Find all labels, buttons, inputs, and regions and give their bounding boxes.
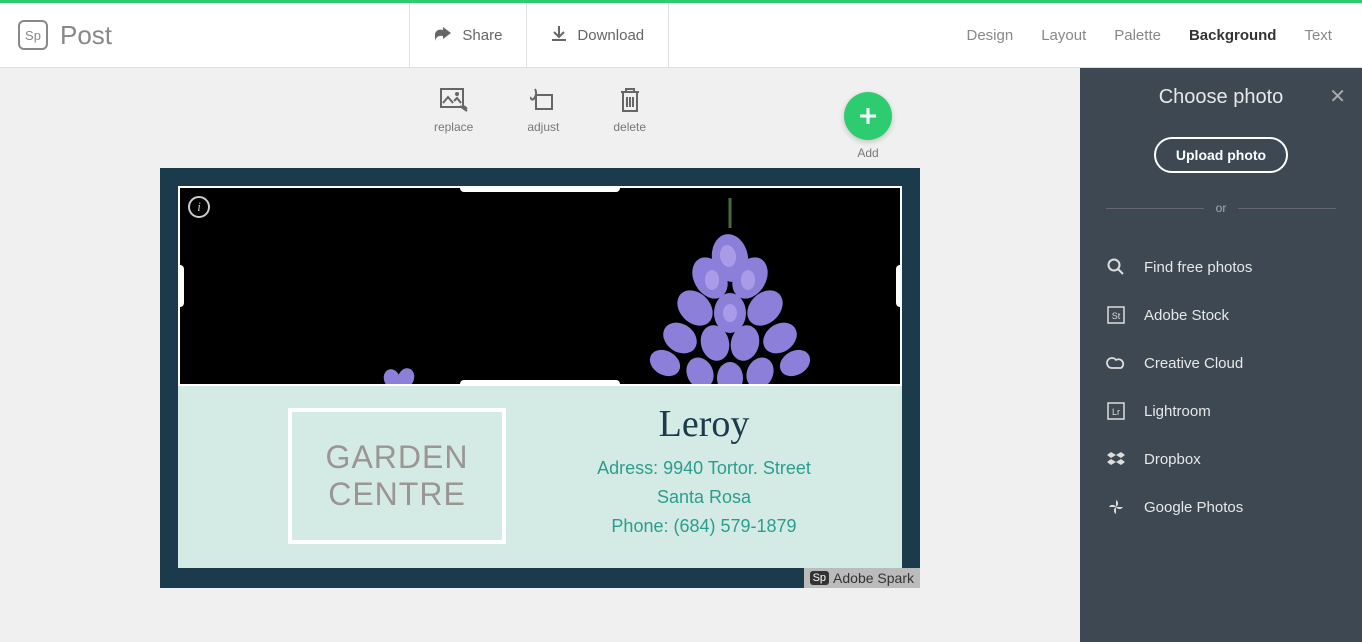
source-find-free[interactable]: Find free photos [1080, 243, 1362, 291]
tab-text[interactable]: Text [1304, 27, 1332, 44]
download-button[interactable]: Download [526, 3, 669, 67]
adjust-button[interactable]: adjust [527, 86, 559, 134]
source-lightroom[interactable]: Lr Lightroom [1080, 387, 1362, 435]
watermark[interactable]: Sp Adobe Spark [804, 568, 920, 588]
resize-handle-top[interactable] [460, 186, 620, 192]
svg-text:Lr: Lr [1112, 407, 1120, 417]
contact-info[interactable]: Leroy Adress: 9940 Tortor. Street Santa … [506, 386, 902, 568]
tab-design[interactable]: Design [967, 27, 1014, 44]
photo-region[interactable]: i [178, 186, 902, 386]
source-label: Dropbox [1144, 451, 1201, 468]
contact-address2: Santa Rosa [657, 487, 751, 508]
info-icon[interactable]: i [188, 196, 210, 218]
tab-palette[interactable]: Palette [1114, 27, 1161, 44]
header-actions: Share Download [409, 3, 669, 67]
card-line2: CENTRE [328, 476, 466, 513]
download-icon [551, 26, 567, 44]
tab-background[interactable]: Background [1189, 27, 1277, 44]
logo-area: Sp Post [0, 20, 112, 51]
delete-icon [616, 86, 644, 114]
add-label: Add [857, 146, 878, 160]
add-button-wrap: Add [844, 92, 892, 160]
flower-graphic-small [380, 364, 420, 386]
stock-icon: St [1106, 305, 1126, 325]
source-label: Find free photos [1144, 259, 1252, 276]
source-google-photos[interactable]: Google Photos [1080, 483, 1362, 531]
tab-layout[interactable]: Layout [1041, 27, 1086, 44]
app-header: Sp Post Share Download Design Layout Pal… [0, 3, 1362, 68]
app-title: Post [60, 20, 112, 51]
lightroom-icon: Lr [1106, 401, 1126, 421]
adjust-label: adjust [527, 120, 559, 134]
delete-button[interactable]: delete [613, 86, 646, 134]
watermark-badge: Sp [810, 571, 829, 585]
source-dropbox[interactable]: Dropbox [1080, 435, 1362, 483]
source-label: Adobe Stock [1144, 307, 1229, 324]
tab-bar: Design Layout Palette Background Text [967, 27, 1362, 44]
contact-address1: Adress: 9940 Tortor. Street [597, 458, 811, 479]
source-label: Google Photos [1144, 499, 1243, 516]
resize-handle-bottom[interactable] [460, 380, 620, 386]
divider-text: or [1216, 201, 1227, 215]
card-line1: GARDEN [326, 439, 469, 476]
svg-text:St: St [1112, 311, 1121, 321]
flower-graphic [620, 186, 840, 386]
source-creative-cloud[interactable]: Creative Cloud [1080, 339, 1362, 387]
search-icon [1106, 257, 1126, 277]
resize-handle-left[interactable] [178, 265, 184, 307]
source-label: Lightroom [1144, 403, 1211, 420]
share-label: Share [462, 27, 502, 44]
app-logo[interactable]: Sp [18, 20, 48, 50]
photo-sidebar: Choose photo ✕ Upload photo or Find free… [1080, 68, 1362, 642]
replace-button[interactable]: replace [434, 86, 473, 134]
delete-label: delete [613, 120, 646, 134]
share-button[interactable]: Share [409, 3, 526, 67]
source-adobe-stock[interactable]: St Adobe Stock [1080, 291, 1362, 339]
canvas-area: replace adjust delete Add [0, 68, 1080, 642]
creative-cloud-icon [1106, 353, 1126, 373]
replace-label: replace [434, 120, 473, 134]
adjust-icon [529, 86, 557, 114]
download-label: Download [577, 27, 644, 44]
close-icon[interactable]: ✕ [1329, 84, 1346, 109]
garden-centre-box[interactable]: GARDEN CENTRE [288, 408, 506, 544]
card-lower-section: GARDEN CENTRE Leroy Adress: 9940 Tortor.… [178, 386, 902, 568]
divider-line-left [1106, 208, 1204, 209]
source-list: Find free photos St Adobe Stock Creative… [1080, 243, 1362, 531]
divider-line-right [1238, 208, 1336, 209]
google-photos-icon [1106, 497, 1126, 517]
replace-icon [440, 86, 468, 114]
divider: or [1106, 201, 1336, 215]
main-area: replace adjust delete Add [0, 68, 1362, 642]
add-button[interactable] [844, 92, 892, 140]
contact-name: Leroy [659, 402, 750, 446]
contact-phone: Phone: (684) 579-1879 [611, 516, 796, 537]
sidebar-title: Choose photo [1080, 86, 1362, 109]
upload-photo-button[interactable]: Upload photo [1154, 137, 1288, 173]
share-icon [434, 27, 452, 43]
plus-icon [858, 106, 878, 126]
source-label: Creative Cloud [1144, 355, 1243, 372]
canvas-toolbar: replace adjust delete [0, 68, 1080, 134]
design-canvas[interactable]: i [160, 168, 920, 588]
resize-handle-right[interactable] [896, 265, 902, 307]
watermark-text: Adobe Spark [833, 570, 914, 586]
dropbox-icon [1106, 449, 1126, 469]
